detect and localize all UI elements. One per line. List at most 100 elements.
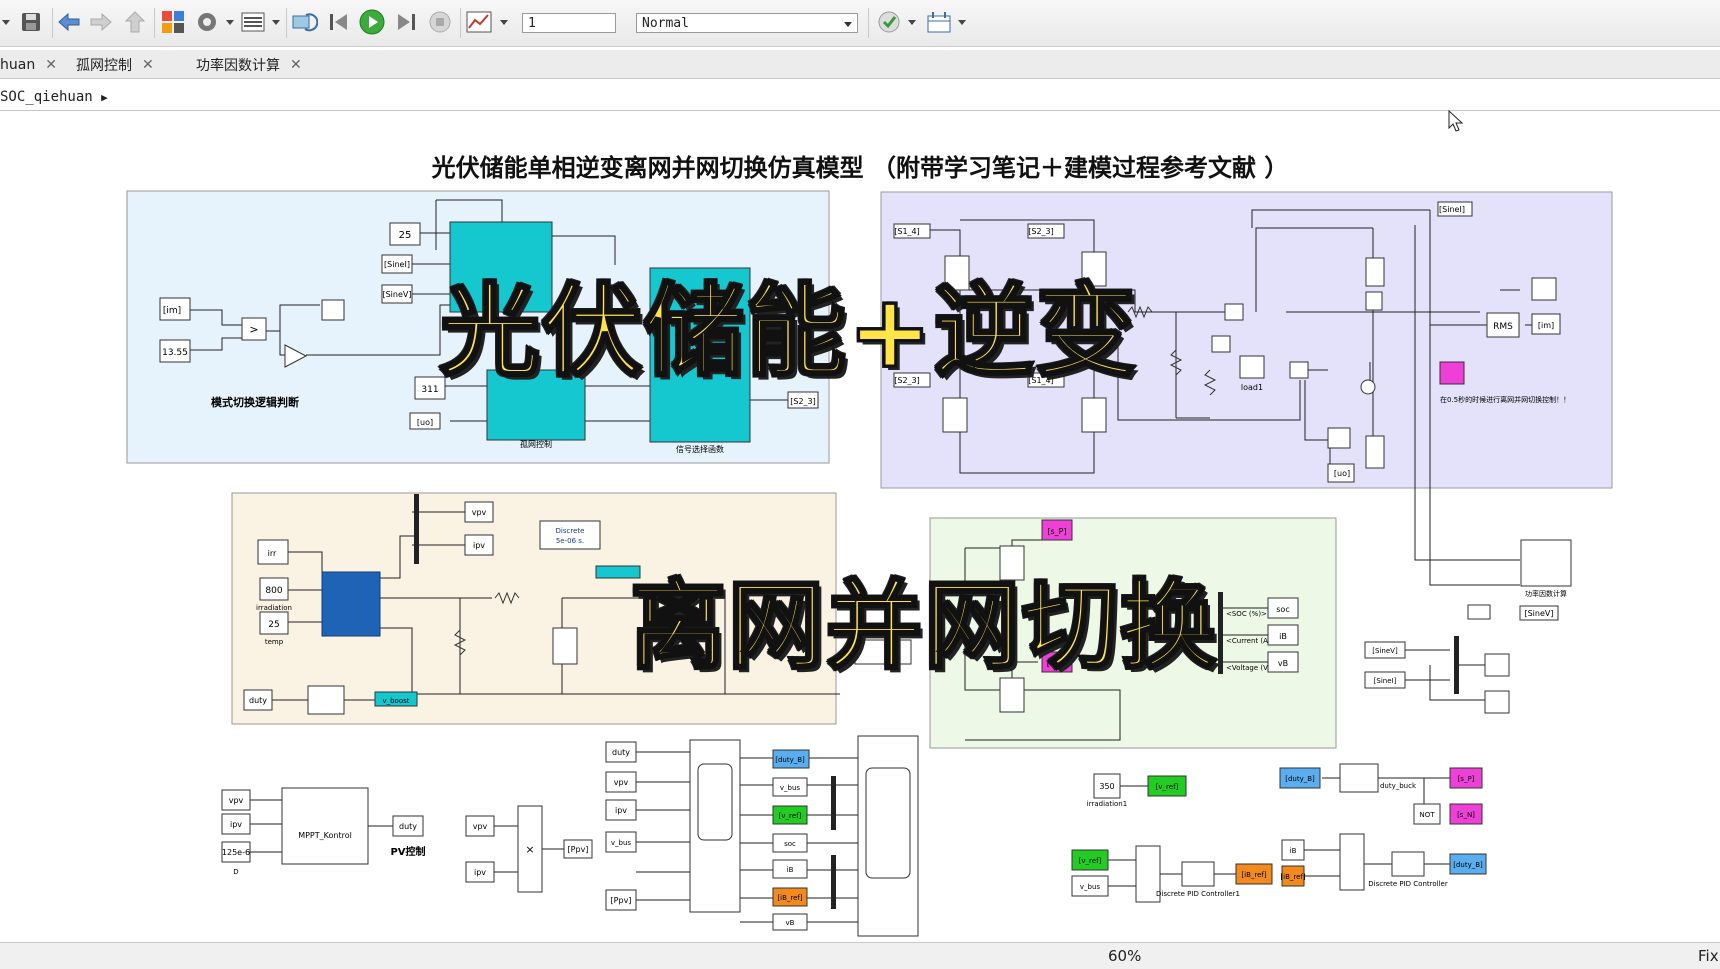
from-duty: duty <box>249 696 267 705</box>
const-125e-6: 125e-6 <box>222 848 250 857</box>
save-icon[interactable] <box>18 9 44 35</box>
product-block[interactable] <box>1467 604 1491 620</box>
up-arrow-icon[interactable] <box>122 9 148 35</box>
igbt-icon[interactable] <box>1365 435 1385 469</box>
model-explorer-icon[interactable] <box>240 9 266 35</box>
irr-label: irr <box>268 549 277 558</box>
scope-icon[interactable] <box>1484 690 1510 714</box>
pid-controller-1[interactable] <box>1181 861 1215 887</box>
chevron-down-icon[interactable] <box>226 20 234 25</box>
tab-model[interactable]: huan ✕ <box>0 52 57 78</box>
mux-block <box>831 855 836 909</box>
bus-creator <box>414 494 419 564</box>
from-s1-4: [S1_4] <box>894 227 920 236</box>
scope-icon[interactable] <box>466 9 492 35</box>
scope-icon[interactable] <box>1531 277 1557 301</box>
island-control-label: 孤网控制 <box>520 439 552 449</box>
const-800: 800 <box>265 586 282 596</box>
model-advisor-icon[interactable] <box>876 9 902 35</box>
status-bar: 60% Fix <box>0 942 1720 969</box>
stop-icon[interactable] <box>427 9 453 35</box>
overlay-bottom: 离网并网切换 <box>629 569 1218 684</box>
goto-sinei: [SineI] <box>1439 205 1465 214</box>
pv-array-block[interactable] <box>321 571 381 637</box>
scope-icon[interactable] <box>321 299 345 321</box>
tab-label: 功率因数计算 <box>196 58 280 74</box>
tab-label: 孤网控制 <box>76 58 132 74</box>
close-icon[interactable]: ✕ <box>45 57 57 73</box>
duty-buck-label: duty_buck <box>1380 782 1417 790</box>
forward-arrow-icon[interactable] <box>88 9 114 35</box>
breadcrumb[interactable]: SOC_qiehuan ▶ <box>0 84 1720 111</box>
scope-icon[interactable] <box>1327 427 1351 449</box>
breaker-icon[interactable] <box>1289 361 1309 379</box>
page-title: 光伏储能单相逆变离网并网切换仿真模型 （附带学习笔记＋建模过程参考文献 ） <box>431 153 1289 182</box>
const-25-temp: 25 <box>268 620 279 630</box>
scope-icon[interactable] <box>1484 653 1510 677</box>
stop-time-input[interactable]: 1 <box>522 13 616 33</box>
igbt-icon[interactable] <box>552 627 578 665</box>
igbt-icon[interactable] <box>1081 397 1107 433</box>
load-block[interactable] <box>1239 355 1265 379</box>
gear-icon[interactable] <box>194 9 220 35</box>
from-ipv-3: ipv <box>615 806 627 815</box>
sum-block[interactable] <box>1339 833 1365 891</box>
not-label: NOT <box>1419 811 1435 819</box>
solver-status[interactable]: Fix <box>1698 943 1719 969</box>
power-factor-block[interactable] <box>1520 539 1572 587</box>
refresh-icon[interactable] <box>292 9 318 35</box>
breaker-icon[interactable] <box>1365 291 1383 311</box>
simulation-mode-value: Normal <box>642 16 689 31</box>
model-canvas[interactable]: 25 [im] 13.55 > [SineI] [SineV] 311 [uo]… <box>0 112 1720 942</box>
irradiation1-label: irradiation1 <box>1087 800 1127 808</box>
step-back-icon[interactable] <box>326 9 352 35</box>
pid-controller[interactable] <box>1391 851 1425 877</box>
goto-vb: vB <box>1278 659 1288 668</box>
from-duty-b-2: [duty_B] <box>1285 775 1315 783</box>
chevron-down-icon[interactable] <box>908 20 916 25</box>
multiply-icon: × <box>525 843 534 856</box>
d-label: D <box>233 868 238 876</box>
step-forward-icon[interactable] <box>393 9 419 35</box>
back-arrow-icon[interactable] <box>56 9 82 35</box>
chevron-down-icon[interactable] <box>2 20 10 25</box>
from-sinei: [SineI] <box>384 260 410 269</box>
goto-s-n: [s_N] <box>1457 811 1475 819</box>
breaker-icon[interactable] <box>1224 303 1244 321</box>
data-inspector-icon[interactable] <box>926 9 952 35</box>
close-icon[interactable]: ✕ <box>142 57 154 73</box>
toolbar: 1 Normal <box>0 0 1720 47</box>
from-uo: [uo] <box>417 418 433 427</box>
pwm-generator[interactable] <box>1339 763 1379 793</box>
block-diagram: 25 [im] 13.55 > [SineI] [SineV] 311 [uo]… <box>126 190 1613 937</box>
chevron-down-icon[interactable] <box>958 20 966 25</box>
pwm-generator[interactable] <box>307 685 345 715</box>
tab-island-control[interactable]: 孤网控制 ✕ <box>76 52 154 78</box>
chevron-down-icon[interactable] <box>500 20 508 25</box>
breaker-icon[interactable] <box>1211 335 1231 353</box>
goto-sinev: [SineV] <box>1524 609 1553 618</box>
step-block[interactable] <box>1439 361 1465 385</box>
chevron-down-icon[interactable] <box>272 20 280 25</box>
pid2-label: Discrete PID Controller <box>1368 880 1448 888</box>
goto-ib: iB <box>1279 632 1287 641</box>
zoom-level[interactable]: 60% <box>1108 943 1141 969</box>
mppt-block[interactable] <box>281 787 369 865</box>
pv-control-label: PV控制 <box>390 845 425 858</box>
breadcrumb-model[interactable]: SOC_qiehuan <box>0 89 93 105</box>
const-350: 350 <box>1099 782 1114 791</box>
igbt-icon[interactable] <box>942 397 968 433</box>
from-ipv-2: ipv <box>474 868 486 877</box>
igbt-icon[interactable] <box>1365 257 1385 287</box>
pid1-label: Discrete PID Controller1 <box>1156 890 1240 898</box>
goto-v-ref: [v_ref] <box>1156 783 1179 791</box>
close-icon[interactable]: ✕ <box>290 57 302 73</box>
library-browser-icon[interactable] <box>160 9 186 35</box>
chevron-down-icon <box>844 22 852 27</box>
simulation-mode-select[interactable]: Normal <box>636 13 858 33</box>
run-icon[interactable] <box>359 9 385 35</box>
chevron-right-icon: ▶ <box>101 91 108 104</box>
from-ib-2: iB <box>1290 847 1297 855</box>
from-sinev-2: [SineV] <box>1372 647 1398 655</box>
tab-power-factor[interactable]: 功率因数计算 ✕ <box>196 52 302 78</box>
